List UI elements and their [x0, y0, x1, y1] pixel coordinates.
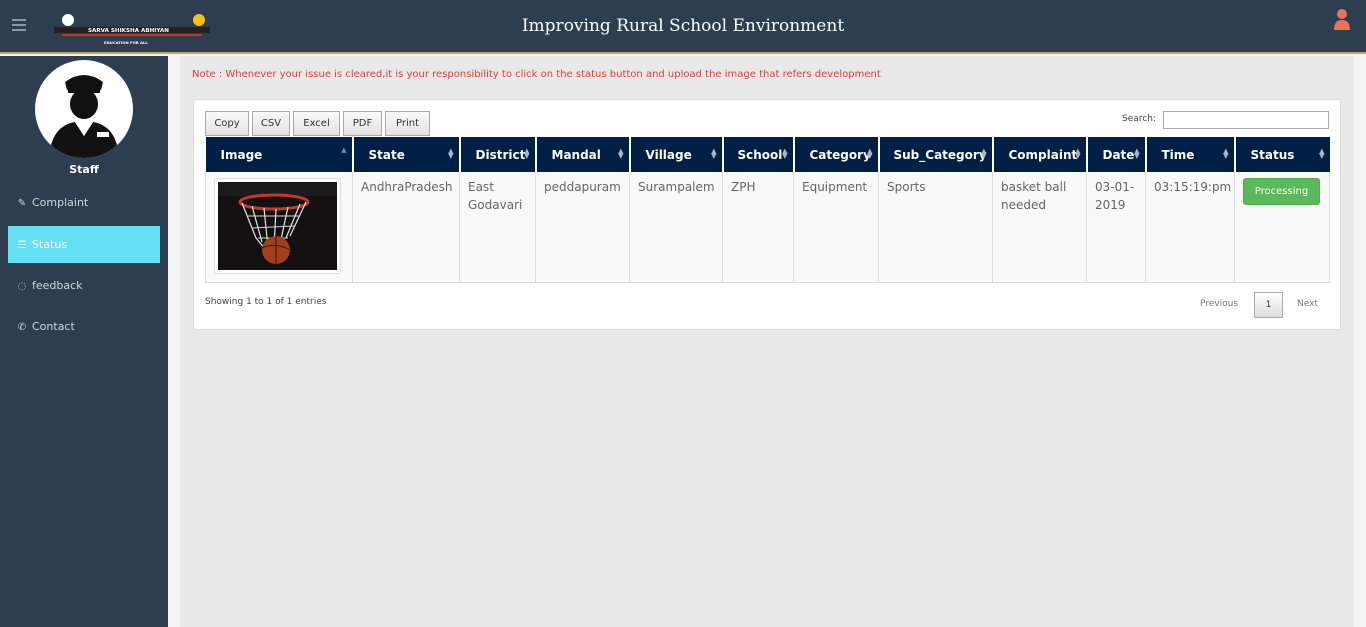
- sort-asc-icon: ▲: [341, 146, 347, 154]
- sidebar-item-complaint[interactable]: ✎ Complaint: [8, 184, 160, 221]
- cell-time: 03:15:19:pm: [1145, 172, 1235, 283]
- cell-school: ZPH: [722, 172, 794, 283]
- cell-district: East Godavari: [459, 172, 536, 283]
- sort-icon: ▲ ▼: [448, 147, 454, 160]
- column-header-sub-category[interactable]: Sub_Category ▲ ▼: [878, 137, 994, 172]
- csv-button[interactable]: CSV: [252, 111, 290, 136]
- column-header-district[interactable]: District ▲ ▼: [459, 137, 537, 172]
- search-input[interactable]: [1163, 111, 1329, 129]
- sort-icon: ▲ ▼: [867, 147, 873, 160]
- basketball-hoop-image: [218, 182, 337, 270]
- cell-category: Equipment: [793, 172, 879, 283]
- sort-icon: ▲ ▼: [1134, 147, 1140, 160]
- cell-village: Surampalem: [629, 172, 723, 283]
- sidebar-item-label: feedback: [32, 279, 83, 292]
- avatar: [35, 60, 133, 158]
- sidebar: Staff ✎ Complaint ☰ Status ◌ feedback ✆ Cont…: [0, 56, 168, 627]
- cell-complaint: basket ball needed: [992, 172, 1087, 283]
- table-row: AndhraPradesh East Godavari peddapuram S…: [205, 172, 1330, 283]
- excel-button[interactable]: Excel: [293, 111, 340, 136]
- column-header-school[interactable]: School ▲ ▼: [722, 137, 795, 172]
- edit-icon: ✎: [17, 198, 27, 209]
- sort-icon: ▲ ▼: [524, 147, 530, 160]
- table-header-row: Image ▲ State ▲ ▼ District ▲ ▼ Mandal ▲ ▼ Villa…: [205, 137, 1330, 172]
- sort-icon: ▲ ▼: [1223, 147, 1229, 160]
- sidebar-item-label: Contact: [32, 320, 75, 333]
- sidebar-item-label: Complaint: [32, 196, 89, 209]
- search-label: Search:: [1122, 114, 1156, 124]
- sidebar-item-contact[interactable]: ✆ Contact: [8, 308, 160, 345]
- comment-icon: ◌: [17, 281, 27, 292]
- column-header-category[interactable]: Category ▲ ▼: [793, 137, 880, 172]
- cell-image: [205, 172, 353, 283]
- phone-icon: ✆: [17, 322, 27, 333]
- print-button[interactable]: Print: [385, 111, 430, 136]
- sidebar-item-feedback[interactable]: ◌ feedback: [8, 267, 160, 304]
- sidebar-item-label: Status: [32, 238, 68, 251]
- cell-sub-category: Sports: [878, 172, 993, 283]
- list-icon: ☰: [17, 240, 27, 251]
- column-header-date[interactable]: Date ▲ ▼: [1086, 137, 1147, 172]
- column-header-mandal[interactable]: Mandal ▲ ▼: [535, 137, 631, 172]
- column-header-complaint[interactable]: Complaint ▲ ▼: [992, 137, 1088, 172]
- cell-state: AndhraPradesh: [352, 172, 460, 283]
- sort-icon: ▲ ▼: [782, 147, 788, 160]
- sort-icon: ▲ ▼: [1075, 147, 1081, 160]
- entries-info: Showing 1 to 1 of 1 entries: [205, 297, 327, 307]
- column-header-image[interactable]: Image ▲: [205, 137, 354, 172]
- previous-button[interactable]: Previous: [1200, 299, 1238, 309]
- sort-icon: ▲ ▼: [981, 147, 987, 160]
- staff-label: Staff: [69, 163, 99, 176]
- logo-subtext: EDUCATION FOR ALL: [104, 40, 148, 45]
- copy-button[interactable]: Copy: [205, 111, 249, 136]
- column-header-status[interactable]: Status ▲ ▼: [1234, 137, 1330, 172]
- cell-status: Processing: [1234, 172, 1330, 283]
- status-button[interactable]: Processing: [1243, 178, 1320, 205]
- sort-icon: ▲ ▼: [618, 147, 624, 160]
- page-1-button[interactable]: 1: [1254, 292, 1283, 318]
- column-header-time[interactable]: Time ▲ ▼: [1145, 137, 1236, 172]
- staff-avatar-icon: [49, 75, 119, 158]
- cell-mandal: peddapuram: [535, 172, 630, 283]
- complaint-image[interactable]: [214, 178, 341, 274]
- pdf-button[interactable]: PDF: [343, 111, 382, 136]
- page-title: Improving Rural School Environment: [521, 16, 845, 36]
- complaints-table: Image ▲ State ▲ ▼ District ▲ ▼ Mandal ▲ ▼ Villa…: [205, 137, 1330, 283]
- column-header-state[interactable]: State ▲ ▼: [352, 137, 461, 172]
- note-text: Note : Whenever your issue is cleared,it…: [192, 69, 881, 80]
- sort-icon: ▲ ▼: [711, 147, 717, 160]
- column-header-village[interactable]: Village ▲ ▼: [629, 137, 724, 172]
- next-button[interactable]: Next: [1297, 299, 1318, 309]
- user-icon[interactable]: [1333, 8, 1351, 32]
- cell-date: 03-01-2019: [1086, 172, 1146, 283]
- sidebar-item-status[interactable]: ☰ Status: [8, 226, 160, 263]
- top-bar: SARVA SHIKSHA ABHIYAN EDUCATION FOR ALL …: [0, 0, 1366, 54]
- sort-icon: ▲ ▼: [1319, 147, 1325, 160]
